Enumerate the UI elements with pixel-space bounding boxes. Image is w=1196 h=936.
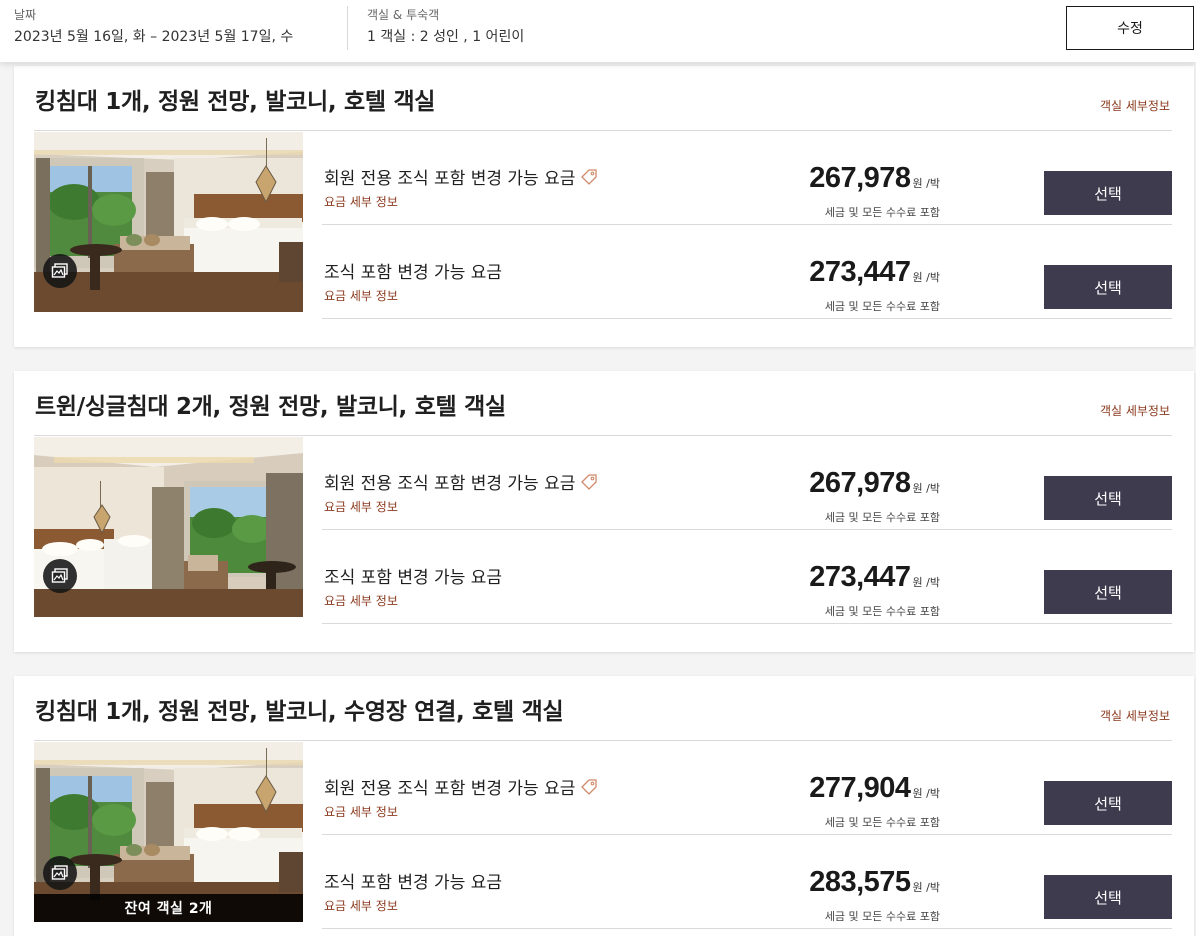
rate-option: 조식 포함 변경 가능 요금요금 세부 정보 273,447 원 /박세금 및 모든… — [322, 530, 1172, 624]
guests-label: 객실 & 투숙객 — [367, 8, 440, 22]
room-card: 트윈/싱글침대 2개, 정원 전망, 발코니, 호텔 객실 객실 세부정보 회원 … — [14, 371, 1194, 652]
member-tag-icon — [580, 778, 598, 801]
rate-name-text: 조식 포함 변경 가능 요금 — [324, 568, 503, 588]
room-photo[interactable] — [34, 437, 303, 617]
price-amount: 277,904 — [809, 772, 911, 804]
price: 267,978 원 /박 — [809, 162, 940, 195]
edit-search-button[interactable]: 수정 — [1066, 6, 1194, 50]
tax-note: 세금 및 모든 수수료 포함 — [824, 816, 940, 829]
rate-name: 회원 전용 조식 포함 변경 가능 요금 — [324, 469, 598, 496]
tax-note: 세금 및 모든 수수료 포함 — [824, 605, 940, 618]
rate-name: 회원 전용 조식 포함 변경 가능 요금 — [324, 774, 598, 801]
select-rate-button[interactable]: 선택 — [1044, 171, 1172, 215]
price-amount: 283,575 — [809, 866, 911, 898]
price-amount: 267,978 — [809, 162, 911, 194]
room-title: 킹침대 1개, 정원 전망, 발코니, 수영장 연결, 호텔 객실 — [35, 699, 564, 725]
date-summary: 날짜 2023년 5월 16일, 화 – 2023년 5월 17일, 수 — [0, 0, 340, 62]
room-card: 킹침대 1개, 정원 전망, 발코니, 수영장 연결, 호텔 객실 객실 세부정보… — [14, 676, 1194, 936]
select-rate-button[interactable]: 선택 — [1044, 570, 1172, 614]
room-details-link[interactable]: 객실 세부정보 — [1100, 97, 1170, 114]
rate-name-text: 조식 포함 변경 가능 요금 — [324, 263, 503, 283]
rate-name-text: 회원 전용 조식 포함 변경 가능 요금 — [324, 474, 576, 494]
rooms-remaining-badge: 잔여 객실 2개 — [34, 894, 303, 922]
room-title: 트윈/싱글침대 2개, 정원 전망, 발코니, 호텔 객실 — [35, 394, 506, 420]
rate-option: 회원 전용 조식 포함 변경 가능 요금요금 세부 정보 277,904 원 /박세… — [322, 741, 1172, 835]
price-unit: 원 /박 — [912, 271, 940, 284]
tax-note: 세금 및 모든 수수료 포함 — [824, 910, 940, 923]
room-title: 킹침대 1개, 정원 전망, 발코니, 호텔 객실 — [35, 89, 436, 115]
rate-name-text: 조식 포함 변경 가능 요금 — [324, 873, 503, 893]
price-unit: 원 /박 — [912, 576, 940, 589]
price: 273,447 원 /박 — [809, 561, 940, 594]
rate-name: 조식 포함 변경 가능 요금 — [324, 258, 502, 283]
photo-gallery-icon[interactable] — [43, 559, 77, 593]
tax-note: 세금 및 모든 수수료 포함 — [824, 206, 940, 219]
room-card: 킹침대 1개, 정원 전망, 발코니, 호텔 객실 객실 세부정보 회원 전용 조… — [14, 66, 1194, 347]
date-value: 2023년 5월 16일, 화 – 2023년 5월 17일, 수 — [14, 29, 294, 45]
rate-option: 조식 포함 변경 가능 요금요금 세부 정보 283,575 원 /박세금 및 모든… — [322, 835, 1172, 929]
divider — [322, 623, 1172, 624]
select-rate-button[interactable]: 선택 — [1044, 875, 1172, 919]
rate-details-link[interactable]: 요금 세부 정보 — [324, 897, 398, 914]
tax-note: 세금 및 모든 수수료 포함 — [824, 300, 940, 313]
tax-note: 세금 및 모든 수수료 포함 — [824, 511, 940, 524]
select-rate-button[interactable]: 선택 — [1044, 265, 1172, 309]
price-amount: 267,978 — [809, 467, 911, 499]
rate-option: 조식 포함 변경 가능 요금요금 세부 정보 273,447 원 /박세금 및 모든… — [322, 225, 1172, 319]
rate-option: 회원 전용 조식 포함 변경 가능 요금요금 세부 정보 267,978 원 /박세… — [322, 436, 1172, 530]
divider — [322, 318, 1172, 319]
price: 277,904 원 /박 — [809, 772, 940, 805]
rate-name-text: 회원 전용 조식 포함 변경 가능 요금 — [324, 169, 576, 189]
member-tag-icon — [580, 168, 598, 191]
room-details-link[interactable]: 객실 세부정보 — [1100, 707, 1170, 724]
rate-details-link[interactable]: 요금 세부 정보 — [324, 592, 398, 609]
member-tag-icon — [580, 473, 598, 496]
divider — [322, 928, 1172, 929]
price-unit: 원 /박 — [912, 881, 940, 894]
price: 273,447 원 /박 — [809, 256, 940, 289]
price-amount: 273,447 — [809, 561, 911, 593]
price: 267,978 원 /박 — [809, 467, 940, 500]
room-photo[interactable] — [34, 132, 303, 312]
rate-details-link[interactable]: 요금 세부 정보 — [324, 498, 398, 515]
rate-details-link[interactable]: 요금 세부 정보 — [324, 803, 398, 820]
guests-value: 1 객실 : 2 성인 , 1 어린이 — [367, 29, 525, 45]
rate-option: 회원 전용 조식 포함 변경 가능 요금요금 세부 정보 267,978 원 /박세… — [322, 131, 1172, 225]
rate-name: 회원 전용 조식 포함 변경 가능 요금 — [324, 164, 598, 191]
rate-details-link[interactable]: 요금 세부 정보 — [324, 193, 398, 210]
rate-name-text: 회원 전용 조식 포함 변경 가능 요금 — [324, 779, 576, 799]
select-rate-button[interactable]: 선택 — [1044, 476, 1172, 520]
search-summary-bar: 날짜 2023년 5월 16일, 화 – 2023년 5월 17일, 수 객실 … — [0, 0, 1196, 62]
price-amount: 273,447 — [809, 256, 911, 288]
price: 283,575 원 /박 — [809, 866, 940, 899]
price-unit: 원 /박 — [912, 177, 940, 190]
photo-gallery-icon[interactable] — [43, 254, 77, 288]
price-unit: 원 /박 — [912, 787, 940, 800]
photo-gallery-icon[interactable] — [43, 856, 77, 890]
room-photo[interactable]: 잔여 객실 2개 — [34, 742, 303, 922]
room-details-link[interactable]: 객실 세부정보 — [1100, 402, 1170, 419]
guests-summary: 객실 & 투숙객 1 객실 : 2 성인 , 1 어린이 — [348, 0, 748, 62]
price-unit: 원 /박 — [912, 482, 940, 495]
select-rate-button[interactable]: 선택 — [1044, 781, 1172, 825]
rate-name: 조식 포함 변경 가능 요금 — [324, 563, 502, 588]
rate-name: 조식 포함 변경 가능 요금 — [324, 868, 502, 893]
date-label: 날짜 — [14, 8, 37, 22]
rate-details-link[interactable]: 요금 세부 정보 — [324, 287, 398, 304]
